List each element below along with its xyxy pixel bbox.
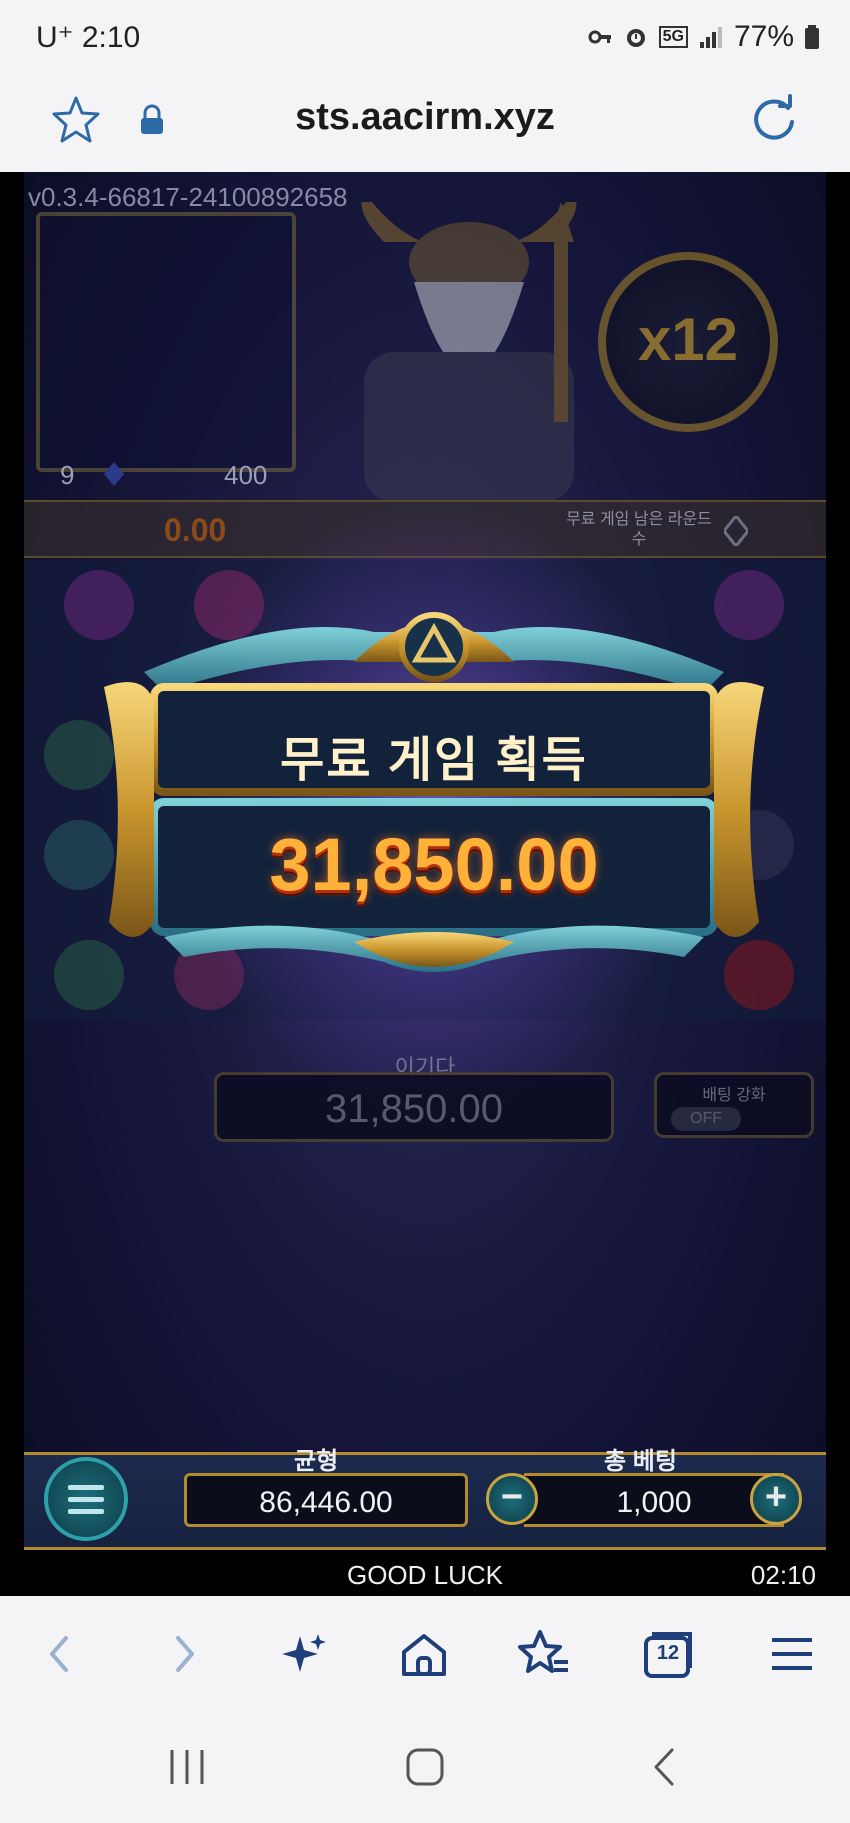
- menu-line: [68, 1509, 104, 1514]
- game-canvas[interactable]: v0.3.4-66817-24100892658 9 400 x12 0.00 …: [24, 172, 826, 1596]
- win-amount-value: 31,850.00: [325, 1087, 503, 1131]
- bookmarks-icon[interactable]: [516, 1626, 572, 1682]
- diamond-icon: [724, 516, 748, 546]
- status-bar: U⁺ 2:10 5G 77%: [0, 0, 850, 74]
- popup-amount: 31,850.00: [269, 823, 599, 906]
- home-icon[interactable]: [396, 1626, 452, 1682]
- strip-value: 0.00: [164, 512, 227, 548]
- home-nav-icon[interactable]: [400, 1742, 450, 1792]
- recent-apps-icon[interactable]: [162, 1742, 212, 1792]
- game-control-bar: 균형 86,446.00 총 베팅 1,000 − +: [24, 1448, 826, 1550]
- menu-line: [68, 1497, 104, 1502]
- back-icon[interactable]: [32, 1626, 88, 1682]
- balance-value: 86,446.00: [259, 1486, 393, 1519]
- decrease-bet-button[interactable]: −: [486, 1473, 538, 1525]
- win-amount-box: 31,850.00: [214, 1072, 614, 1142]
- free-games-won-popup[interactable]: 무료 게임 획득 31,850.00: [84, 592, 784, 1012]
- browser-toolbar: 12: [0, 1596, 850, 1708]
- address-bar: sts.aacirm.xyz: [0, 74, 850, 172]
- game-letterbox-right: [826, 172, 850, 1596]
- tabs-button[interactable]: 12: [640, 1626, 696, 1682]
- popup-title: 무료 게임 획득: [280, 734, 588, 787]
- network-badge: 5G: [658, 26, 688, 48]
- sparkle-icon[interactable]: [276, 1626, 332, 1682]
- free-spins-remaining-label: 무료 게임 남은 라운드 수: [566, 511, 712, 548]
- footer-message: GOOD LUCK: [346, 1560, 504, 1590]
- balance-label: 균형: [294, 1448, 339, 1475]
- tab-count: 12: [656, 1642, 680, 1664]
- bet-boost-label: 배팅 강화: [702, 1087, 766, 1104]
- total-bet-value: 1,000: [616, 1486, 692, 1519]
- multiplier-value: x12: [637, 306, 739, 373]
- game-footer: GOOD LUCK 02:10: [24, 1550, 826, 1596]
- system-navigation-bar: [0, 1708, 850, 1823]
- gem-icon: [104, 462, 124, 486]
- alarm-icon: [626, 29, 645, 47]
- bet-boost-panel: 배팅 강화 OFF: [654, 1072, 814, 1138]
- carrier-time: U⁺ 2:10: [36, 21, 141, 54]
- game-letterbox-left: [0, 172, 24, 1596]
- menu-line: [68, 1485, 104, 1490]
- battery-icon: [805, 25, 819, 49]
- reload-icon[interactable]: [748, 94, 800, 146]
- increase-bet-button[interactable]: +: [750, 1473, 802, 1525]
- total-bet-box: 1,000: [524, 1473, 784, 1527]
- battery-percent: 77%: [733, 20, 794, 53]
- balance-box: 86,446.00: [184, 1473, 468, 1527]
- game-clock: 02:10: [750, 1560, 816, 1590]
- forward-icon[interactable]: [156, 1626, 212, 1682]
- portrait-frame: [36, 212, 296, 472]
- game-menu-button[interactable]: [44, 1457, 128, 1541]
- viking-hero-figure: [361, 202, 577, 502]
- popup-frame: [104, 612, 764, 972]
- status-icons: 5G 77%: [587, 20, 820, 54]
- multiplier-medallion: x12: [598, 252, 778, 432]
- menu-icon[interactable]: [764, 1626, 820, 1682]
- back-nav-icon[interactable]: [640, 1742, 690, 1792]
- url-text[interactable]: sts.aacirm.xyz: [0, 96, 850, 139]
- key-icon: [588, 30, 611, 44]
- signal-icon: [699, 27, 722, 48]
- game-version: v0.3.4-66817-24100892658: [28, 182, 348, 212]
- portrait-left-number: 9: [60, 460, 75, 490]
- portrait-right-number: 400: [224, 460, 268, 490]
- bet-boost-toggle[interactable]: OFF: [671, 1107, 741, 1131]
- total-bet-label: 총 베팅: [604, 1448, 677, 1475]
